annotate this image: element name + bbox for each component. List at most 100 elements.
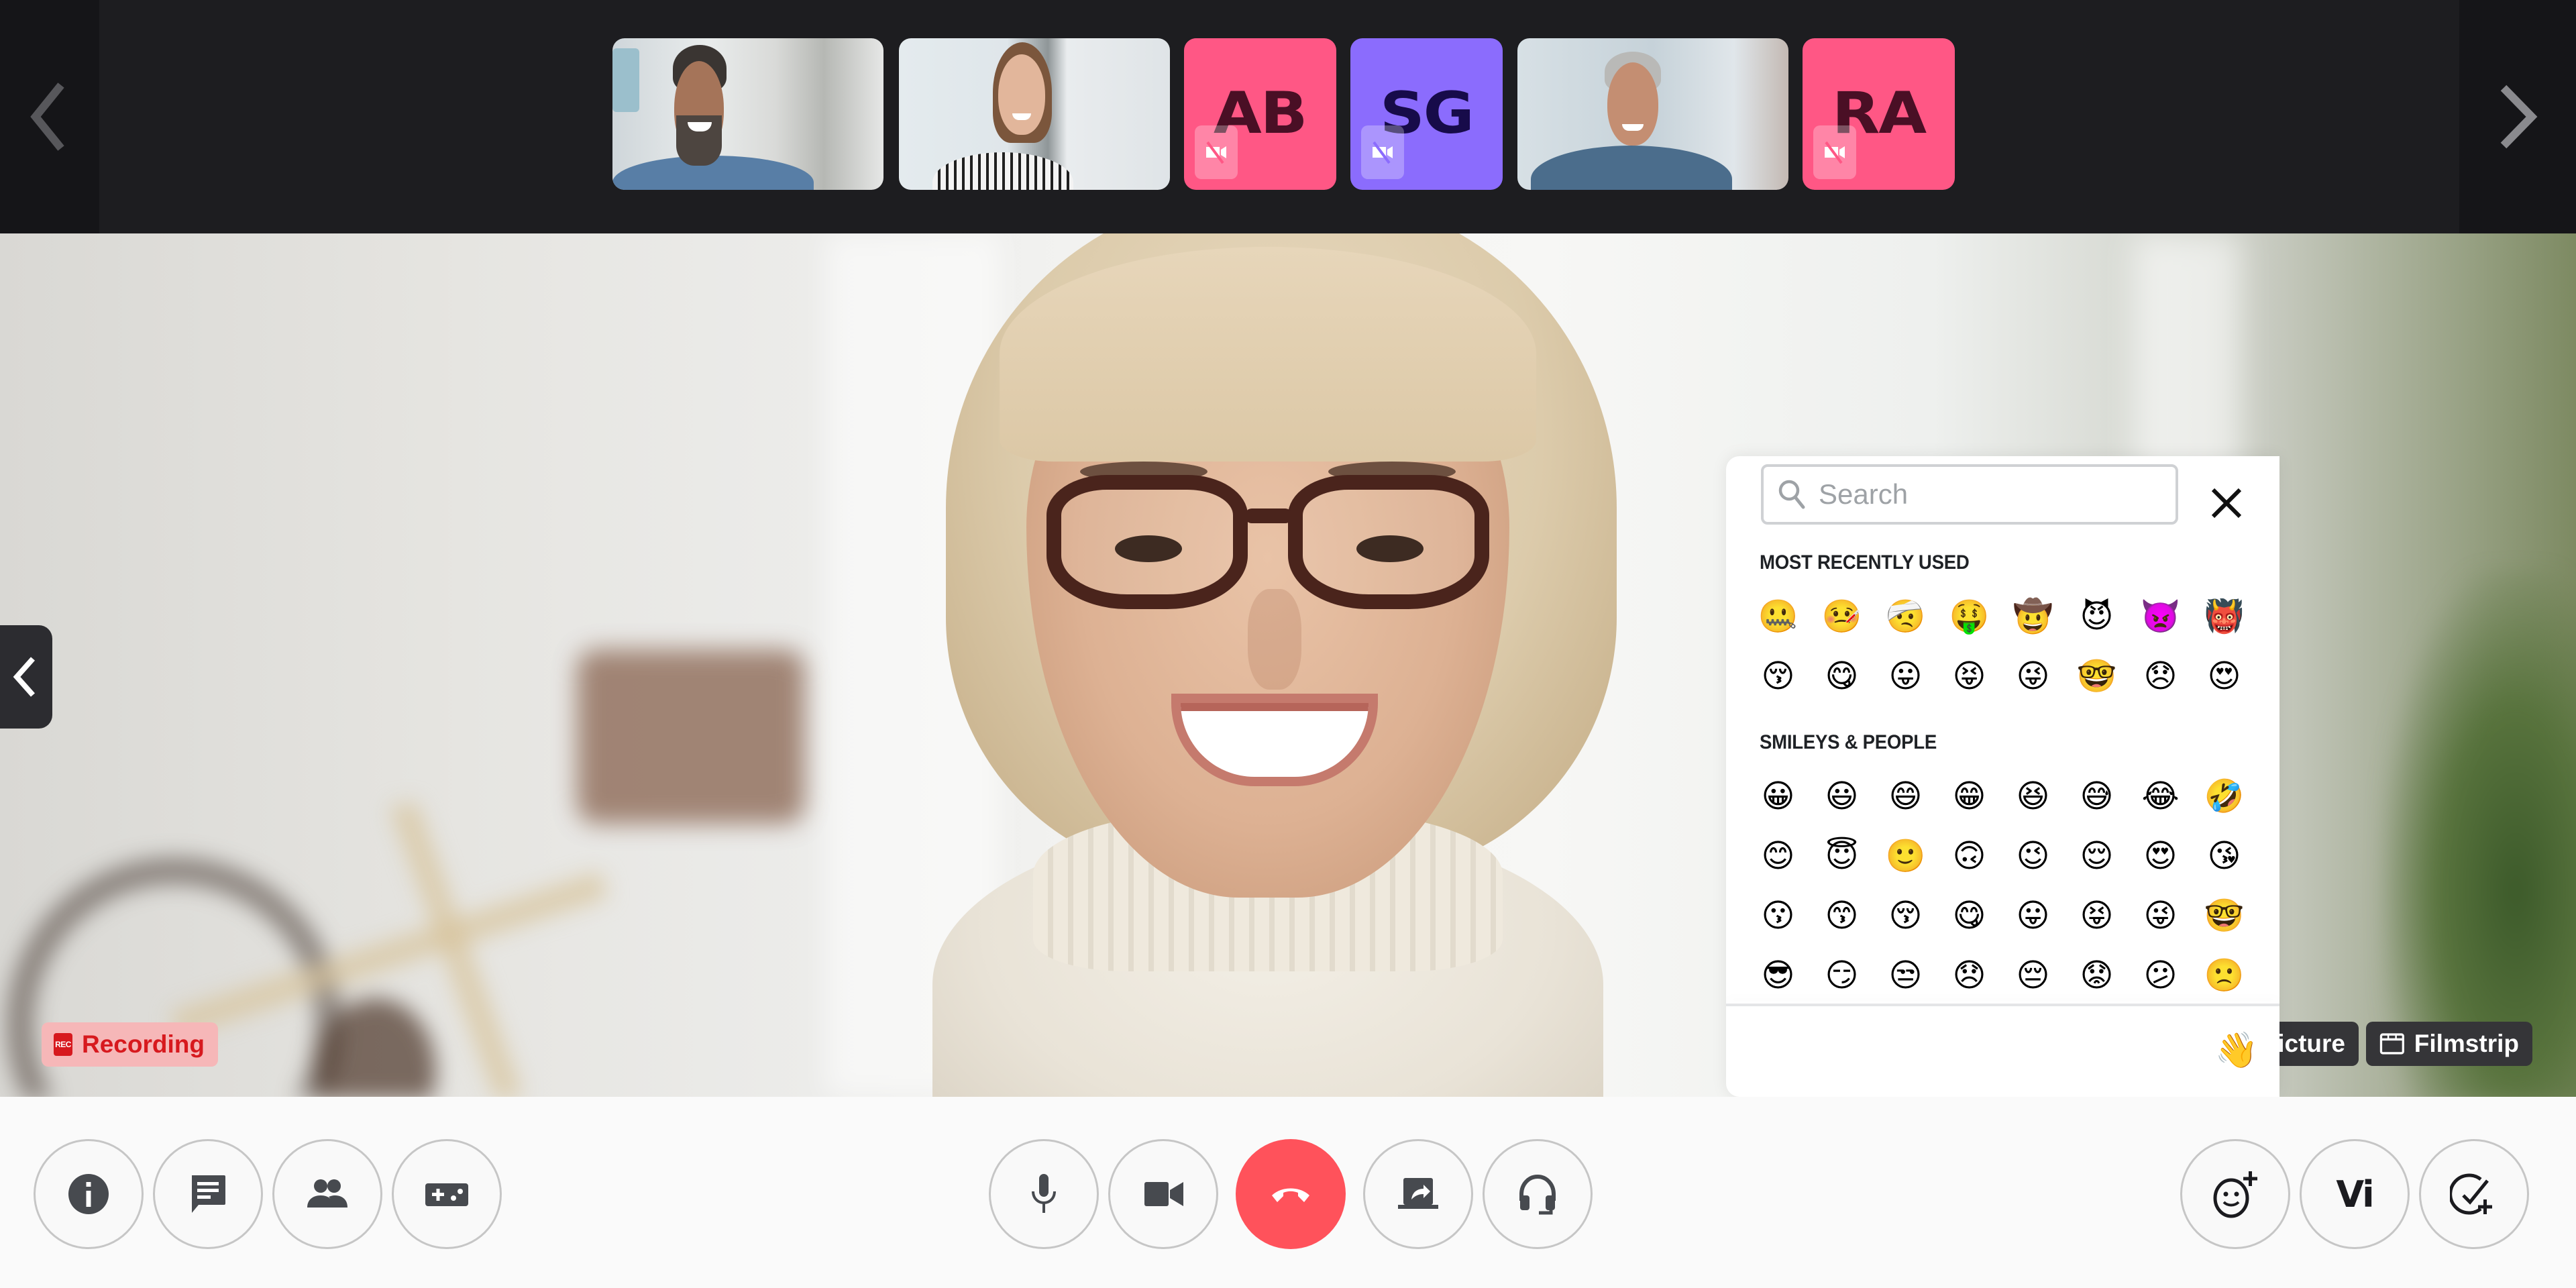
filmstrip-next-button[interactable] bbox=[2459, 0, 2576, 233]
emoji-item[interactable]: 🤒 bbox=[1810, 586, 1874, 646]
emoji-item[interactable]: 😕 bbox=[2129, 945, 2192, 1005]
filmstrip-view-button[interactable]: Filmstrip bbox=[2366, 1022, 2532, 1066]
fringe-shape bbox=[1000, 247, 1536, 462]
emoji-item[interactable]: 😗 bbox=[1746, 885, 1810, 945]
emoji-item[interactable]: 😛 bbox=[2001, 885, 2065, 945]
emoji-item[interactable]: 😆 bbox=[2001, 766, 2065, 826]
emoji-item[interactable]: 🙃 bbox=[1937, 826, 2001, 885]
add-task-button[interactable] bbox=[2419, 1139, 2529, 1249]
emoji-item[interactable]: 😉 bbox=[2001, 826, 2065, 885]
emoji-item[interactable]: 🤠 bbox=[2001, 586, 2065, 646]
participant-tile-avatar[interactable]: AB bbox=[1184, 38, 1336, 190]
task-add-icon bbox=[2450, 1173, 2492, 1215]
info-button[interactable] bbox=[34, 1139, 144, 1249]
emoji-item[interactable]: 🤐 bbox=[1746, 586, 1810, 646]
participant-tile-video[interactable] bbox=[1517, 38, 1788, 190]
emoji-search-field[interactable] bbox=[1761, 464, 2178, 525]
hang-up-icon bbox=[1272, 1188, 1309, 1202]
emoji-item[interactable]: 🤑 bbox=[1937, 586, 2001, 646]
emoji-item[interactable]: 😍 bbox=[2192, 646, 2256, 706]
emoji-item[interactable]: 👿 bbox=[2129, 586, 2192, 646]
video-call-app: AB SG RA REC Recording icture Filmstrip … bbox=[0, 0, 2576, 1288]
participant-tile-video[interactable] bbox=[612, 38, 883, 190]
emoji-item[interactable]: 😞 bbox=[1937, 945, 2001, 1005]
emoji-item[interactable]: 😅 bbox=[2065, 766, 2129, 826]
emoji-item[interactable]: 😒 bbox=[1874, 945, 1937, 1005]
emoji-item[interactable]: 😇 bbox=[1810, 826, 1874, 885]
emoji-item[interactable]: 😃 bbox=[1810, 766, 1874, 826]
emoji-item[interactable]: 😋 bbox=[1937, 885, 2001, 945]
background-plant bbox=[2381, 569, 2576, 1097]
vi-assistant-button[interactable]: Vi bbox=[2300, 1139, 2410, 1249]
emoji-item[interactable]: 😈 bbox=[2065, 586, 2129, 646]
sidebar-toggle-button[interactable] bbox=[0, 625, 52, 729]
emoji-search-input[interactable] bbox=[1819, 478, 2167, 511]
filmstrip-icon bbox=[2379, 1033, 2404, 1055]
recording-label: Recording bbox=[82, 1030, 205, 1058]
section-title-smileys: SMILEYS & PEOPLE bbox=[1760, 731, 1937, 753]
camera-off-icon bbox=[1195, 125, 1238, 179]
emoji-item[interactable]: 😜 bbox=[2129, 885, 2192, 945]
emoji-item[interactable]: 😄 bbox=[1874, 766, 1937, 826]
emoji-picker: MOST RECENTLY USED 🤐🤒🤕🤑🤠😈👿👹😚😋😛😝😜🤓😞😍 SMIL… bbox=[1726, 456, 2279, 1097]
emoji-item[interactable]: 😝 bbox=[2065, 885, 2129, 945]
camera-button[interactable] bbox=[1108, 1139, 1218, 1249]
rec-icon: REC bbox=[54, 1033, 72, 1056]
emoji-item[interactable]: 🙂 bbox=[1874, 826, 1937, 885]
emoji-item[interactable]: 🤓 bbox=[2065, 646, 2129, 706]
emoji-item[interactable]: 😙 bbox=[1810, 885, 1874, 945]
emoji-item[interactable]: 😊 bbox=[1746, 826, 1810, 885]
share-screen-button[interactable] bbox=[1363, 1139, 1473, 1249]
emoji-item[interactable]: 🤕 bbox=[1874, 586, 1937, 646]
emoji-item[interactable]: 😟 bbox=[2065, 945, 2129, 1005]
skin-tone-selector[interactable]: 👋 bbox=[2213, 1026, 2260, 1073]
add-reaction-button[interactable] bbox=[2180, 1139, 2290, 1249]
head-shape bbox=[1607, 62, 1658, 146]
emoji-item[interactable]: 👹 bbox=[2192, 586, 2256, 646]
emoji-item[interactable]: 😂 bbox=[2129, 766, 2192, 826]
emoji-item[interactable]: 😁 bbox=[1937, 766, 2001, 826]
emoji-item[interactable]: 🤓 bbox=[2192, 885, 2256, 945]
emoji-item[interactable]: 😋 bbox=[1810, 646, 1874, 706]
picture-in-picture-label: icture bbox=[2277, 1030, 2345, 1057]
emoji-item[interactable]: 😝 bbox=[1937, 646, 2001, 706]
headset-button[interactable] bbox=[1483, 1139, 1593, 1249]
emoji-item[interactable]: 😎 bbox=[1746, 945, 1810, 1005]
close-icon[interactable] bbox=[2206, 483, 2247, 523]
microphone-icon bbox=[1032, 1174, 1056, 1213]
people-icon bbox=[307, 1179, 347, 1208]
emoji-item[interactable]: 😘 bbox=[2192, 826, 2256, 885]
emoji-item[interactable]: 😛 bbox=[1874, 646, 1937, 706]
end-call-button[interactable] bbox=[1236, 1139, 1346, 1249]
emoji-item[interactable]: 😚 bbox=[1746, 646, 1810, 706]
emoji-item[interactable]: 😍 bbox=[2129, 826, 2192, 885]
microphone-button[interactable] bbox=[989, 1139, 1099, 1249]
emoji-item[interactable]: 😔 bbox=[2001, 945, 2065, 1005]
gamepad-icon bbox=[425, 1183, 468, 1206]
video-camera-icon bbox=[1144, 1182, 1183, 1206]
participants-button[interactable] bbox=[272, 1139, 382, 1249]
participant-tile-avatar[interactable]: RA bbox=[1803, 38, 1955, 190]
chevron-left-icon bbox=[30, 83, 64, 151]
emoji-item[interactable]: 😀 bbox=[1746, 766, 1810, 826]
search-icon bbox=[1778, 480, 1805, 509]
glasses-lens bbox=[1046, 475, 1248, 609]
smile-shape bbox=[1622, 124, 1644, 131]
emoji-add-icon bbox=[2213, 1171, 2257, 1218]
emoji-item[interactable]: 😌 bbox=[2065, 826, 2129, 885]
participant-tile-video[interactable] bbox=[899, 38, 1170, 190]
emoji-item[interactable]: 😜 bbox=[2001, 646, 2065, 706]
emoji-item[interactable]: 😚 bbox=[1874, 885, 1937, 945]
headset-icon bbox=[1519, 1174, 1556, 1215]
emoji-item[interactable]: 🤣 bbox=[2192, 766, 2256, 826]
participant-tile-avatar[interactable]: SG bbox=[1350, 38, 1503, 190]
chevron-right-icon bbox=[2500, 85, 2538, 149]
emoji-item[interactable]: 😞 bbox=[2129, 646, 2192, 706]
emoji-item[interactable]: 🙁 bbox=[2192, 945, 2256, 1005]
chat-button[interactable] bbox=[153, 1139, 263, 1249]
filmstrip-prev-button[interactable] bbox=[0, 0, 99, 233]
emoji-item[interactable]: 😏 bbox=[1810, 945, 1874, 1005]
participant-filmstrip: AB SG RA bbox=[0, 0, 2576, 233]
chevron-left-icon bbox=[13, 657, 35, 697]
games-button[interactable] bbox=[392, 1139, 502, 1249]
